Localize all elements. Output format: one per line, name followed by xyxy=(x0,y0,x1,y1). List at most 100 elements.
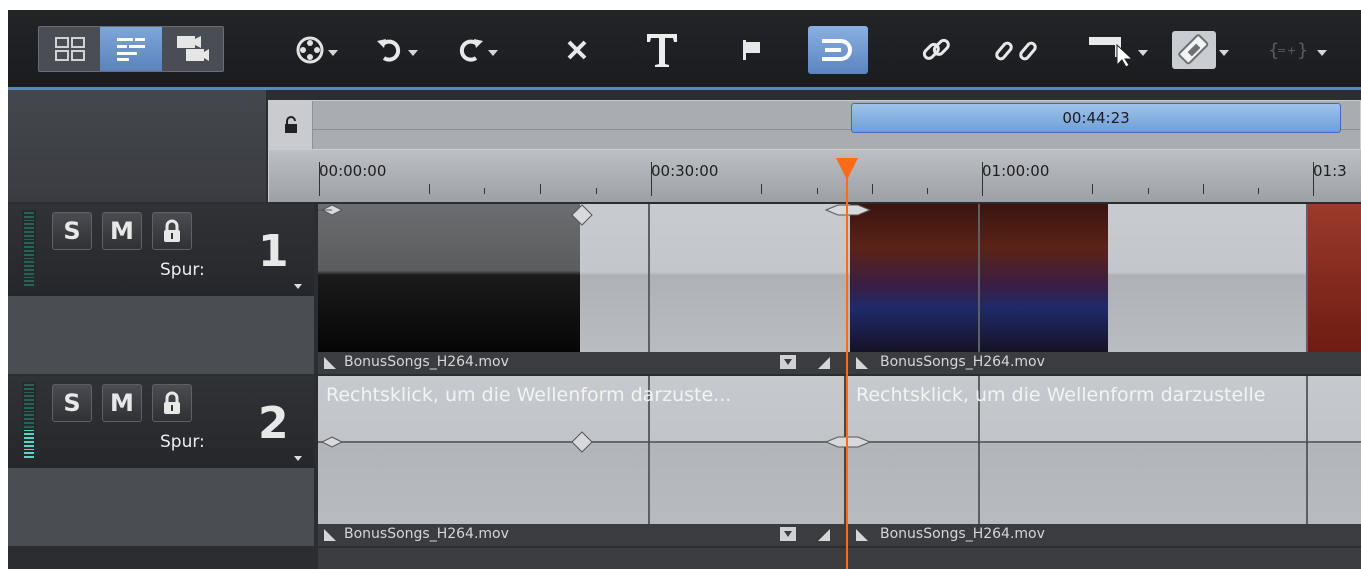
svg-text:+: + xyxy=(1287,44,1296,57)
clip-end-icon xyxy=(818,529,830,541)
video-editor-window: { = + } 00:44:23 00:00:00 00:30:00 01:00… xyxy=(8,10,1361,569)
toolbar: { = + } xyxy=(8,10,1361,90)
clip-name-bar: BonusSongs_H264.mov BonusSongs_H264.mov xyxy=(318,352,1361,374)
clip-menu-icon[interactable] xyxy=(780,527,796,541)
mouse-mode-button[interactable] xyxy=(1082,30,1152,70)
close-icon xyxy=(567,40,587,60)
track-2-lane[interactable]: Rechtsklick, um die Wellenform darzuste.… xyxy=(318,376,1361,546)
solo-button[interactable]: S xyxy=(52,384,92,422)
undo-button[interactable] xyxy=(368,30,424,70)
link-button[interactable] xyxy=(916,30,956,70)
ruler-minor-tick xyxy=(429,184,430,194)
clip-name: BonusSongs_H264.mov xyxy=(880,526,1045,542)
track-1-lane[interactable]: BonusSongs_H264.mov BonusSongs_H264.mov xyxy=(318,204,1361,374)
lock-icon xyxy=(284,116,297,133)
ruler-minor-tick xyxy=(927,188,928,194)
waveform-hint: Rechtsklick, um die Wellenform darzuste.… xyxy=(326,384,732,406)
razor-blade-icon xyxy=(1177,34,1208,65)
track-lock-button[interactable] xyxy=(152,384,192,422)
ruler-minor-tick xyxy=(1092,184,1093,194)
ruler-minor-tick xyxy=(817,188,818,194)
timeline-ruler[interactable]: 00:00:00 00:30:00 01:00:00 01:3 xyxy=(268,150,1361,202)
title-button[interactable] xyxy=(642,30,682,70)
storyboard-icon xyxy=(54,37,85,61)
clip-name: BonusSongs_H264.mov xyxy=(880,354,1045,370)
clip-name: BonusSongs_H264.mov xyxy=(344,526,509,542)
track-1: S M Spur: 1 BonusSongs_H264.mov BonusSon… xyxy=(8,204,1361,374)
clip-start-icon xyxy=(856,529,868,541)
clip-menu-icon[interactable] xyxy=(780,355,796,369)
clip-start-icon xyxy=(324,529,336,541)
ruler-label: 00:00:00 xyxy=(319,162,387,180)
level-meter xyxy=(22,382,36,460)
chevron-down-icon[interactable] xyxy=(294,456,302,461)
track-lock-button[interactable] xyxy=(152,212,192,250)
timeline-icon xyxy=(116,38,145,61)
chevron-down-icon xyxy=(407,50,418,56)
chevron-down-icon[interactable] xyxy=(294,284,302,289)
unlink-icon xyxy=(995,41,1037,61)
overview-lock-button[interactable] xyxy=(269,101,313,149)
ruler-label: 01:3 xyxy=(1313,162,1347,180)
razor-button-frame xyxy=(1171,31,1216,69)
ruler-label: 01:00:00 xyxy=(982,162,1050,180)
clip-name-bar: BonusSongs_H264.mov BonusSongs_H264.mov xyxy=(318,524,1361,546)
mute-button[interactable]: M xyxy=(102,384,142,422)
chevron-down-icon xyxy=(327,50,338,56)
view-mode-group xyxy=(38,26,224,72)
svg-text:=: = xyxy=(1277,44,1286,57)
effects-button[interactable] xyxy=(290,30,342,70)
volume-curve xyxy=(318,204,872,226)
pointer-icon xyxy=(1088,37,1133,67)
track-number: 2 xyxy=(258,398,289,449)
solo-button[interactable]: S xyxy=(52,212,92,250)
playhead-line[interactable] xyxy=(846,158,848,569)
timeline-overview[interactable]: 00:44:23 xyxy=(268,100,1361,150)
ruler-major-tick xyxy=(1313,162,1314,196)
track-header-area xyxy=(8,90,266,202)
ruler-major-tick xyxy=(319,162,320,196)
ruler-major-tick xyxy=(982,162,983,196)
ruler-minor-tick xyxy=(872,184,873,194)
track-2-expander xyxy=(8,468,314,546)
flag-icon xyxy=(743,40,760,60)
unlink-button[interactable] xyxy=(990,30,1046,70)
delete-button[interactable] xyxy=(560,30,594,70)
lock-icon xyxy=(164,219,180,242)
title-text-icon xyxy=(647,34,677,67)
clip-end-icon xyxy=(818,357,830,369)
chevron-down-icon xyxy=(1137,50,1148,56)
redo-icon xyxy=(459,39,483,62)
group-button[interactable]: { = + } xyxy=(1264,30,1330,70)
svg-text:}: } xyxy=(1297,40,1308,61)
ruler-minor-tick xyxy=(596,188,597,194)
ruler-minor-tick xyxy=(540,184,541,194)
razor-button[interactable] xyxy=(1164,30,1236,70)
track-label: Spur: xyxy=(160,432,205,452)
selection-region[interactable]: 00:44:23 xyxy=(851,103,1341,133)
ruler-minor-tick xyxy=(761,184,762,194)
ruler-minor-tick xyxy=(1148,188,1149,194)
playhead-handle[interactable] xyxy=(836,158,858,180)
marker-button[interactable] xyxy=(736,30,768,70)
track-2-controls: S M Spur: 2 xyxy=(8,376,314,468)
track-number: 1 xyxy=(258,226,289,277)
ruler-major-tick xyxy=(651,162,652,196)
storyboard-view-button[interactable] xyxy=(39,27,100,71)
level-meter xyxy=(22,210,36,288)
redo-button[interactable] xyxy=(448,30,504,70)
mute-button[interactable]: M xyxy=(102,212,142,250)
multicam-icon xyxy=(177,36,210,61)
link-icon xyxy=(922,38,950,60)
undo-icon xyxy=(376,39,400,62)
ruler-minor-tick xyxy=(1258,188,1259,194)
track-3-partial xyxy=(8,548,1361,569)
track-1-controls: S M Spur: 1 xyxy=(8,204,314,296)
timeline-view-button[interactable] xyxy=(100,27,162,71)
ripple-edit-button[interactable] xyxy=(808,26,868,74)
group-icon: { = + } xyxy=(1268,40,1308,61)
track-3-lane[interactable] xyxy=(318,548,1361,569)
ruler-minor-tick xyxy=(1203,184,1204,194)
multicam-view-button[interactable] xyxy=(162,27,223,71)
chevron-down-icon xyxy=(1316,50,1327,56)
